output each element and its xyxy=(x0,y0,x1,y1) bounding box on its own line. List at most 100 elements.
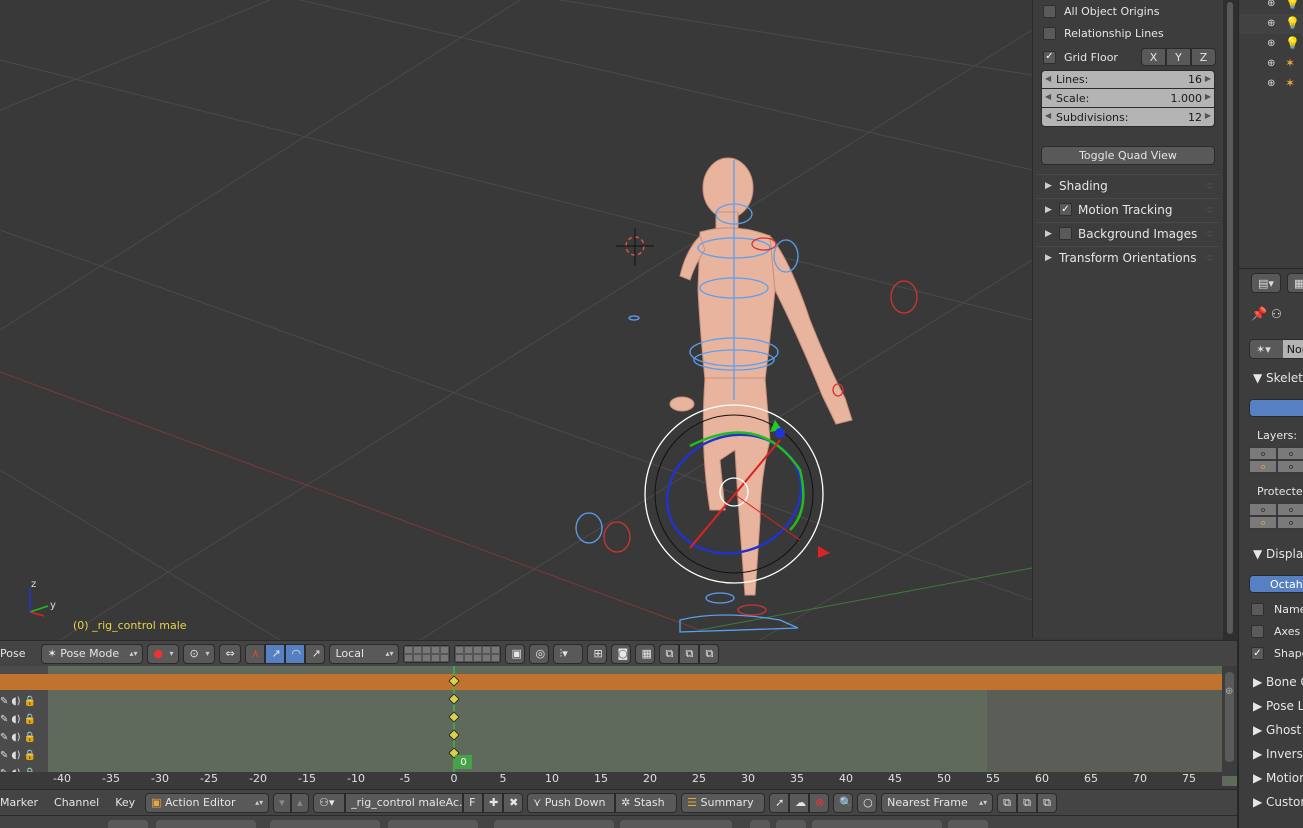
proportional-edit-button[interactable]: ◎ xyxy=(529,643,550,664)
ghost-panel-header[interactable]: ▶ Ghost xyxy=(1253,723,1301,737)
all-object-origins-toggle[interactable]: All Object Origins xyxy=(1043,2,1159,20)
expand-icon[interactable]: ⊕ xyxy=(1267,58,1275,69)
all-object-origins-checkbox[interactable] xyxy=(1043,4,1056,18)
expand-icon[interactable]: ⊕ xyxy=(1267,0,1275,9)
end-frame-field[interactable] xyxy=(270,820,380,828)
rotate-manipulator-button[interactable]: ↗ xyxy=(265,643,286,664)
names-toggle[interactable]: Name xyxy=(1251,603,1303,616)
push-down-button[interactable]: ⋎ Push Down xyxy=(527,792,616,813)
scrollbar-thumb[interactable] xyxy=(1227,2,1233,634)
shapes-toggle[interactable]: ✓ Shape xyxy=(1251,647,1303,660)
outliner-row[interactable]: ⊕ ✶ xyxy=(1239,74,1303,94)
layer-toggle[interactable]: o xyxy=(1249,447,1277,460)
layer-toggle[interactable]: o xyxy=(1277,516,1303,529)
bone-groups-panel-header[interactable]: ▶ Bone G xyxy=(1253,675,1303,689)
scene-layers-grid-b[interactable] xyxy=(454,644,502,663)
toggle-quad-view-button[interactable]: Toggle Quad View xyxy=(1041,146,1215,165)
background-images-checkbox[interactable] xyxy=(1059,227,1072,240)
dopesheet-editor[interactable]: ✎◖)🔒 ✎◖)🔒 ✎◖)🔒 ✎◖)🔒 ✎◖)🔒 0 ⊕ -40-35-30-2… xyxy=(0,666,1237,788)
search-filter-button[interactable]: 🔍 xyxy=(833,792,854,813)
grid-lines-field[interactable]: ◀ Lines: 16 ▶ xyxy=(1041,70,1215,89)
unlink-action-button[interactable]: ✖ xyxy=(503,792,524,813)
viewport-shading-dropdown[interactable]: ● ▾ xyxy=(147,643,180,664)
area-divider[interactable] xyxy=(1237,640,1238,828)
paste-keyframes-button[interactable]: ⧉ xyxy=(1017,792,1038,813)
layer-toggle[interactable]: o xyxy=(1277,503,1303,516)
outliner-row[interactable]: ⊕ 💡 xyxy=(1239,14,1303,34)
lamp-icon[interactable]: 💡 xyxy=(1285,36,1300,50)
stash-button[interactable]: ✲ Stash xyxy=(615,792,678,813)
custom-properties-panel-header[interactable]: ▶ Custon xyxy=(1253,795,1303,809)
only-selected-button[interactable]: ➚ xyxy=(769,792,790,813)
grid-floor-toggle[interactable]: ✓ Grid Floor xyxy=(1043,48,1118,66)
timeline-button[interactable] xyxy=(108,820,148,828)
layer-next-button[interactable]: ▴ xyxy=(291,792,310,813)
npanel-scrollbar[interactable] xyxy=(1223,0,1238,640)
interaction-mode-dropdown[interactable]: ✶ Pose Mode ▴▾ xyxy=(41,643,144,664)
armature-datablock-selector[interactable]: ✶▾ Nor xyxy=(1249,339,1303,359)
motion-tracking-panel-header[interactable]: ▶ ✓ Motion Tracking :::: xyxy=(1037,198,1219,220)
increment-arrow-icon[interactable]: ▶ xyxy=(1205,74,1211,83)
marker-menu[interactable]: Marker xyxy=(0,796,44,809)
manipulator-toggle[interactable]: ⇔ xyxy=(219,643,242,664)
layers-grid[interactable]: oo oo xyxy=(1249,447,1303,473)
copy-pose-button[interactable]: ⧉ xyxy=(659,643,680,664)
outliner-row[interactable]: ⊕ 💡 xyxy=(1239,34,1303,54)
armature-icon[interactable]: ✶ xyxy=(1285,76,1295,90)
keying-button[interactable] xyxy=(776,820,806,828)
display-panel-header[interactable]: ▼ Display xyxy=(1253,547,1303,561)
grid-floor-checkbox[interactable]: ✓ xyxy=(1043,50,1056,64)
axes-toggle[interactable]: Axes xyxy=(1251,625,1300,638)
keyframe-diamond[interactable] xyxy=(448,693,460,705)
start-frame-field[interactable] xyxy=(156,820,256,828)
snap-element-button[interactable]: ⫶▾ xyxy=(553,643,584,664)
scale-manipulator-button[interactable]: ◠ xyxy=(285,643,306,664)
only-errors-button[interactable]: ⊗ xyxy=(809,792,830,813)
axis-z-button[interactable]: Z xyxy=(1191,48,1216,66)
drag-grip-icon[interactable]: :::: xyxy=(1205,181,1214,191)
armature-name-field[interactable]: Nor xyxy=(1282,340,1303,358)
transform-orientation-dropdown[interactable]: Local ▴▾ xyxy=(329,643,400,664)
keyframe-diamond[interactable] xyxy=(448,711,460,723)
background-images-panel-header[interactable]: ▶ Background Images :::: xyxy=(1037,222,1219,244)
inverse-kinematics-panel-header[interactable]: ▶ Inverse xyxy=(1253,747,1303,761)
properties-editor[interactable]: ▤▾ ▦ 📌 ⚇ ✶▾ Nor ▼ Skeleto Layers: oo oo … xyxy=(1238,268,1303,828)
current-frame-indicator[interactable]: 0 xyxy=(455,755,472,769)
sync-mode-dropdown[interactable] xyxy=(620,820,732,828)
layer-toggle[interactable]: o xyxy=(1249,503,1277,516)
transform-icon-button[interactable]: ↗ xyxy=(305,643,326,664)
show-hidden-button[interactable]: ☁ xyxy=(789,792,810,813)
motion-tracking-checkbox[interactable]: ✓ xyxy=(1059,203,1072,216)
render-animation-button[interactable]: ▦ xyxy=(635,643,656,664)
names-checkbox[interactable] xyxy=(1251,603,1264,616)
layer-toggle[interactable]: o xyxy=(1249,460,1277,473)
transform-orientations-panel-header[interactable]: ▶ Transform Orientations :::: xyxy=(1037,246,1219,268)
drag-grip-icon[interactable]: :::: xyxy=(1205,205,1214,215)
relationship-lines-checkbox[interactable] xyxy=(1043,26,1056,40)
pose-menu[interactable]: Pose xyxy=(0,647,31,660)
pose-position-button[interactable] xyxy=(1249,399,1303,417)
skeleton-panel-header[interactable]: ▼ Skeleto xyxy=(1253,371,1303,385)
auto-snap-dropdown[interactable]: Nearest Frame ▴▾ xyxy=(881,792,994,813)
editor-type-button[interactable]: ▤▾ xyxy=(1251,273,1281,293)
summary-toggle[interactable]: ☰ Summary xyxy=(681,792,766,813)
relationship-lines-toggle[interactable]: Relationship Lines xyxy=(1043,24,1164,42)
layer-toggle[interactable]: o xyxy=(1277,460,1303,473)
drag-grip-icon[interactable]: :::: xyxy=(1205,253,1214,263)
motion-paths-panel-header[interactable]: ▶ Motion xyxy=(1253,771,1303,785)
outliner-row[interactable]: ⊕ 💡 xyxy=(1239,0,1303,14)
channel-menu[interactable]: Channel xyxy=(48,796,105,809)
fake-user-button[interactable]: F xyxy=(463,792,484,813)
lamp-icon[interactable]: 💡 xyxy=(1285,0,1300,10)
current-frame-field[interactable] xyxy=(388,820,478,828)
outliner-row[interactable]: ⊕ ✶ xyxy=(1239,54,1303,74)
paste-pose-button[interactable]: ⧉ xyxy=(679,643,700,664)
pivot-point-dropdown[interactable]: ⊙ ▾ xyxy=(183,643,216,664)
armature-icon[interactable]: ✶ xyxy=(1285,56,1295,70)
shapes-checkbox[interactable]: ✓ xyxy=(1251,647,1264,660)
3d-viewport[interactable]: z y (0) _rig_control male xyxy=(0,0,1032,640)
new-action-button[interactable]: ✚ xyxy=(483,792,504,813)
expand-icon[interactable]: ⊕ xyxy=(1267,38,1275,49)
keying-set-field[interactable] xyxy=(812,820,942,828)
snap-target-button[interactable]: ⊞ xyxy=(587,643,608,664)
